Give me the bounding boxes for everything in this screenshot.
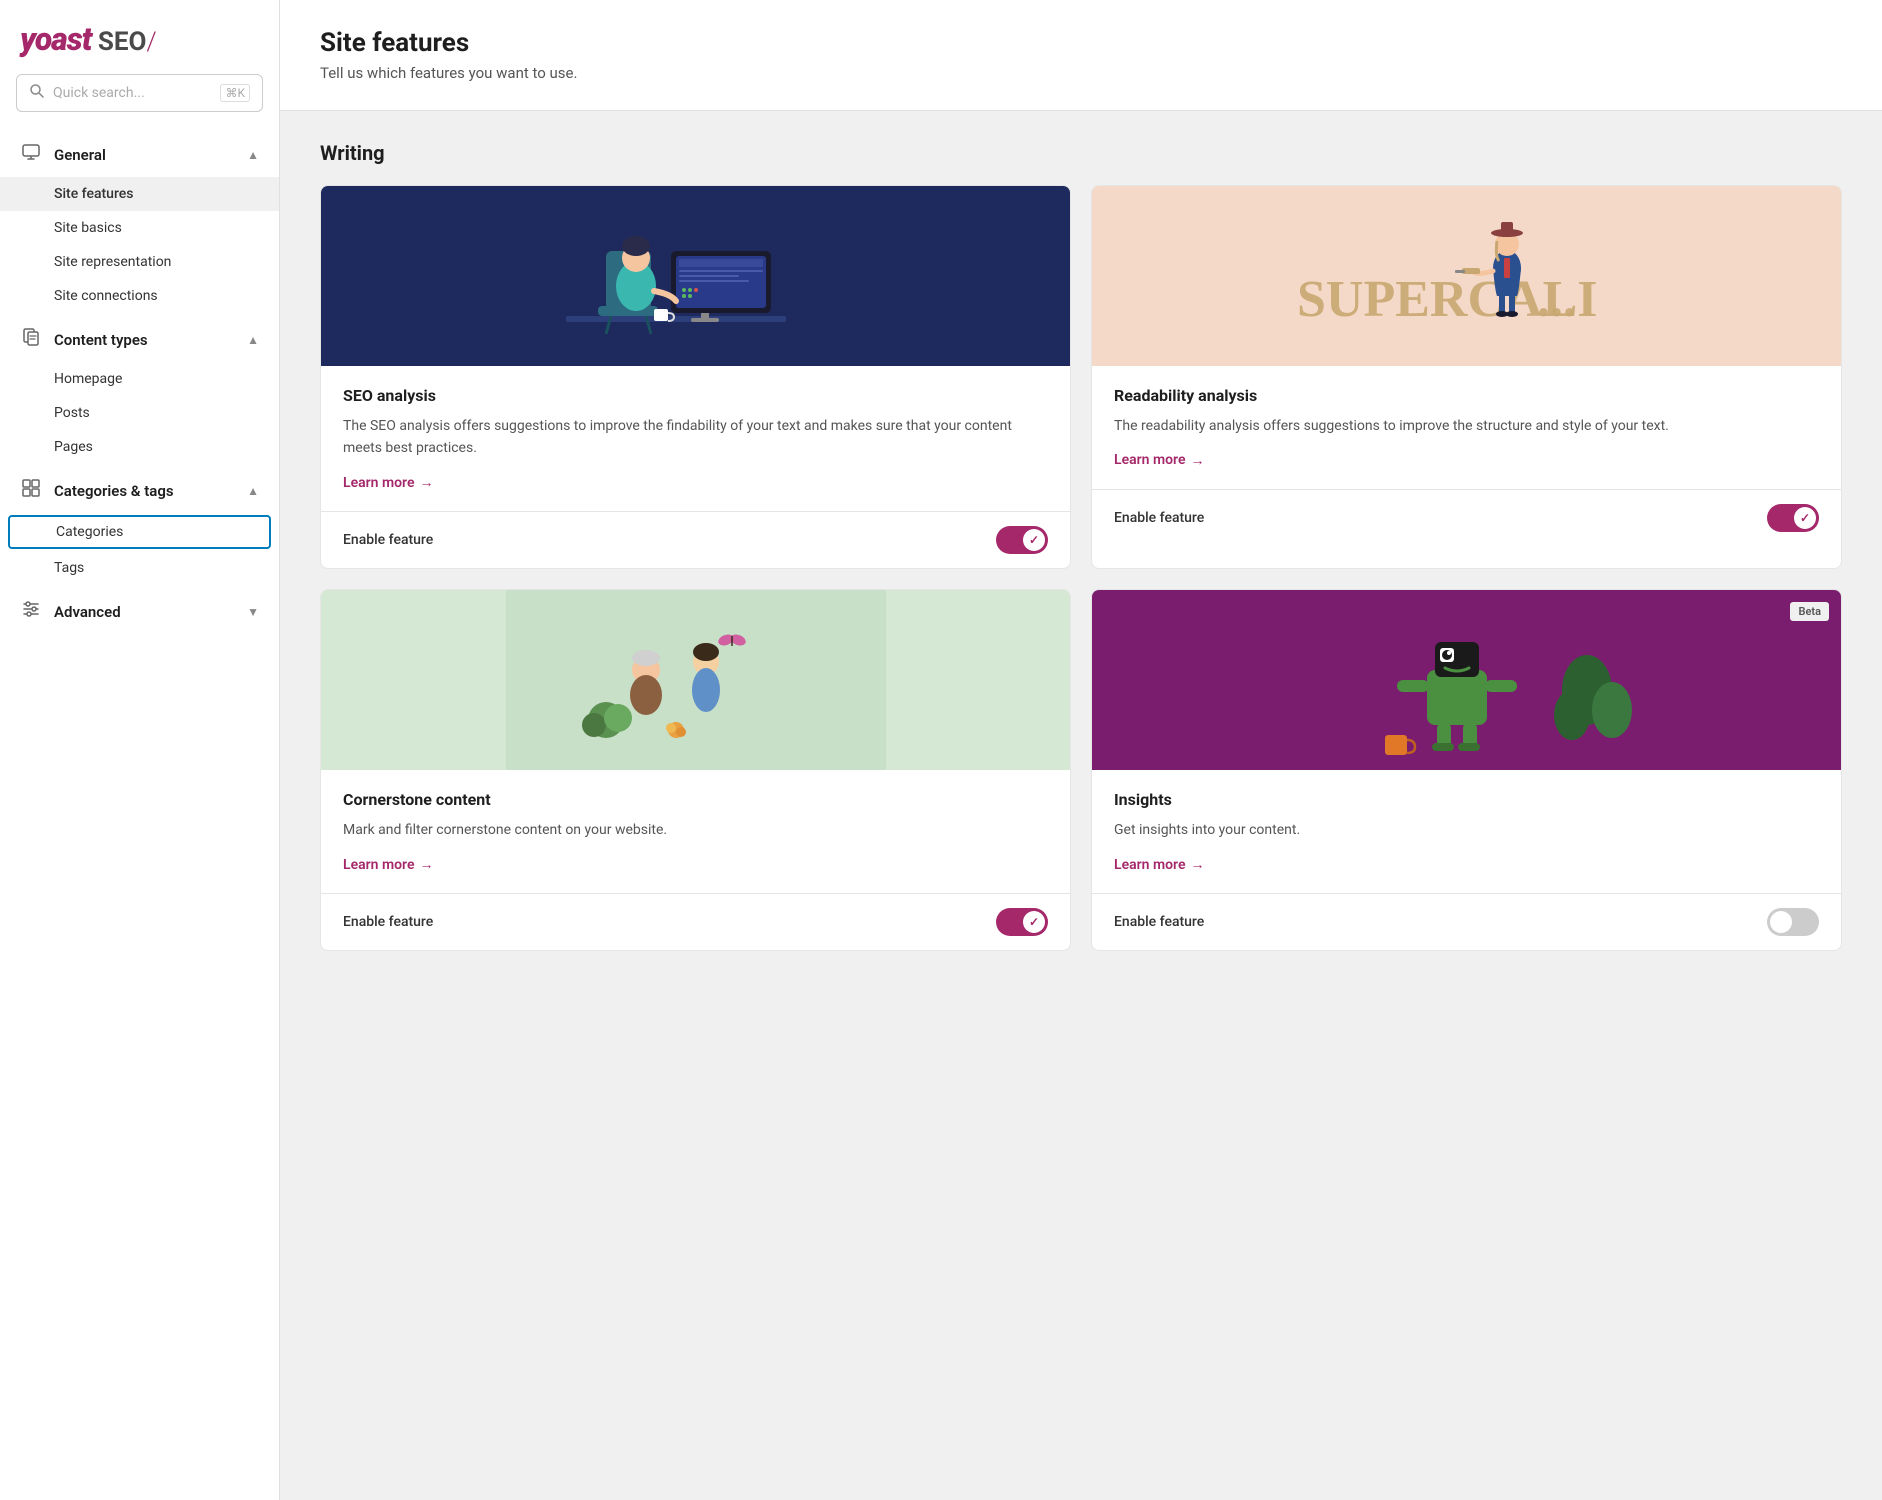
tag-icon — [20, 478, 42, 503]
insights-title: Insights — [1114, 790, 1819, 809]
chevron-up-icon-content-types: ▲ — [247, 333, 259, 347]
readability-analysis-learn-more[interactable]: Learn more → — [1114, 452, 1204, 469]
seo-analysis-body: SEO analysis The SEO analysis offers sug… — [321, 366, 1070, 511]
nav-items-categories-tags: Categories Tags — [0, 515, 279, 585]
seo-analysis-description: The SEO analysis offers suggestions to i… — [343, 415, 1048, 460]
nav-section-general-title: General — [54, 146, 106, 164]
seo-analysis-title: SEO analysis — [343, 386, 1048, 405]
nav-item-homepage[interactable]: Homepage — [0, 362, 279, 396]
page-title: Site features — [320, 28, 1842, 58]
cornerstones-enable-label: Enable feature — [343, 914, 433, 930]
cornerstones-illustration — [321, 590, 1070, 770]
cornerstones-body: Cornerstone content Mark and filter corn… — [321, 770, 1070, 893]
nav-section-advanced-title: Advanced — [54, 603, 121, 621]
seo-analysis-enable-label: Enable feature — [343, 532, 433, 548]
main-content: Site features Tell us which features you… — [280, 0, 1882, 1500]
cornerstones-description: Mark and filter cornerstone content on y… — [343, 819, 1048, 841]
readability-analysis-title: Readability analysis — [1114, 386, 1819, 405]
search-box[interactable]: Quick search... ⌘K — [16, 74, 263, 112]
check-icon: ✓ — [1029, 533, 1039, 547]
nav-item-pages[interactable]: Pages — [0, 430, 279, 464]
content-area: Writing — [280, 111, 1882, 1001]
card-seo-analysis: SEO analysis The SEO analysis offers sug… — [320, 185, 1071, 569]
card-readability-analysis: SUPERCALI ... — [1091, 185, 1842, 569]
nav-item-categories[interactable]: Categories — [8, 515, 271, 549]
nav-section-general: General ▲ Site features Site basics Site… — [0, 132, 279, 313]
seo-analysis-illustration — [321, 186, 1070, 366]
readability-illustration: SUPERCALI ... — [1092, 186, 1841, 366]
nav-section-categories-tags: Categories & tags ▲ Categories Tags — [0, 468, 279, 585]
nav-section-categories-tags-title: Categories & tags — [54, 482, 174, 500]
insights-illustration-wrapper: Beta — [1092, 590, 1841, 770]
search-placeholder-text: Quick search... — [53, 85, 212, 101]
insights-toggle-thumb — [1770, 911, 1792, 933]
nav-section-advanced: Advanced ▼ — [0, 589, 279, 634]
arrow-icon-2: → — [1190, 452, 1204, 469]
insights-illustration — [1092, 590, 1841, 770]
cornerstones-title: Cornerstone content — [343, 790, 1048, 809]
arrow-icon: → — [419, 474, 433, 491]
check-icon-2: ✓ — [1800, 511, 1810, 525]
cornerstones-toggle-thumb: ✓ — [1023, 911, 1045, 933]
nav-section-header-content-types[interactable]: Content types ▲ — [0, 317, 279, 362]
arrow-icon-4: → — [1190, 856, 1204, 873]
nav-section-header-general[interactable]: General ▲ — [0, 132, 279, 177]
seo-analysis-toggle-thumb: ✓ — [1023, 529, 1045, 551]
insights-footer: Enable feature — [1092, 893, 1841, 950]
svg-text:...: ... — [1537, 271, 1576, 328]
nav-section-header-categories-tags[interactable]: Categories & tags ▲ — [0, 468, 279, 513]
insights-enable-label: Enable feature — [1114, 914, 1204, 930]
chevron-down-icon-advanced: ▼ — [247, 605, 259, 619]
check-icon-3: ✓ — [1029, 915, 1039, 929]
nav-section-header-advanced[interactable]: Advanced ▼ — [0, 589, 279, 634]
card-cornerstones: Cornerstone content Mark and filter corn… — [320, 589, 1071, 951]
cornerstones-toggle[interactable]: ✓ — [996, 908, 1048, 936]
page-header: Site features Tell us which features you… — [280, 0, 1882, 111]
seo-analysis-footer: Enable feature ✓ — [321, 511, 1070, 568]
beta-badge: Beta — [1790, 602, 1829, 621]
search-shortcut: ⌘K — [220, 84, 250, 102]
readability-analysis-body: Readability analysis The readability ana… — [1092, 366, 1841, 489]
insights-toggle[interactable] — [1767, 908, 1819, 936]
cornerstones-footer: Enable feature ✓ — [321, 893, 1070, 950]
card-insights: Beta Insights Get insights into your con… — [1091, 589, 1842, 951]
insights-body: Insights Get insights into your content.… — [1092, 770, 1841, 893]
seo-analysis-toggle[interactable]: ✓ — [996, 526, 1048, 554]
nav-item-posts[interactable]: Posts — [0, 396, 279, 430]
sidebar: yoast SEO/ Quick search... ⌘K General — [0, 0, 280, 1500]
nav-item-site-connections[interactable]: Site connections — [0, 279, 279, 313]
nav-section-content-types: Content types ▲ Homepage Posts Pages — [0, 317, 279, 464]
nav-item-site-basics[interactable]: Site basics — [0, 211, 279, 245]
nav-items-content-types: Homepage Posts Pages — [0, 362, 279, 464]
insights-learn-more[interactable]: Learn more → — [1114, 856, 1204, 873]
cornerstones-learn-more[interactable]: Learn more → — [343, 856, 433, 873]
nav-items-general: Site features Site basics Site represent… — [0, 177, 279, 313]
nav-section-content-types-title: Content types — [54, 331, 148, 349]
chevron-up-icon-general: ▲ — [247, 148, 259, 162]
monitor-icon — [20, 142, 42, 167]
sliders-icon — [20, 599, 42, 624]
search-icon — [29, 83, 45, 103]
readability-analysis-footer: Enable feature ✓ — [1092, 489, 1841, 546]
readability-analysis-description: The readability analysis offers suggesti… — [1114, 415, 1819, 437]
chevron-up-icon-categories: ▲ — [247, 484, 259, 498]
seo-analysis-learn-more[interactable]: Learn more → — [343, 474, 433, 491]
nav-item-tags[interactable]: Tags — [0, 551, 279, 585]
nav-item-site-representation[interactable]: Site representation — [0, 245, 279, 279]
nav-item-site-features[interactable]: Site features — [0, 177, 279, 211]
readability-analysis-enable-label: Enable feature — [1114, 510, 1204, 526]
page-subtitle: Tell us which features you want to use. — [320, 64, 1842, 82]
writing-section-heading: Writing — [320, 141, 1842, 165]
readability-analysis-toggle-thumb: ✓ — [1794, 507, 1816, 529]
readability-analysis-toggle[interactable]: ✓ — [1767, 504, 1819, 532]
logo-area: yoast SEO/ — [0, 0, 279, 74]
cards-grid: SEO analysis The SEO analysis offers sug… — [320, 185, 1842, 951]
insights-description: Get insights into your content. — [1114, 819, 1819, 841]
arrow-icon-3: → — [419, 856, 433, 873]
document-icon — [20, 327, 42, 352]
